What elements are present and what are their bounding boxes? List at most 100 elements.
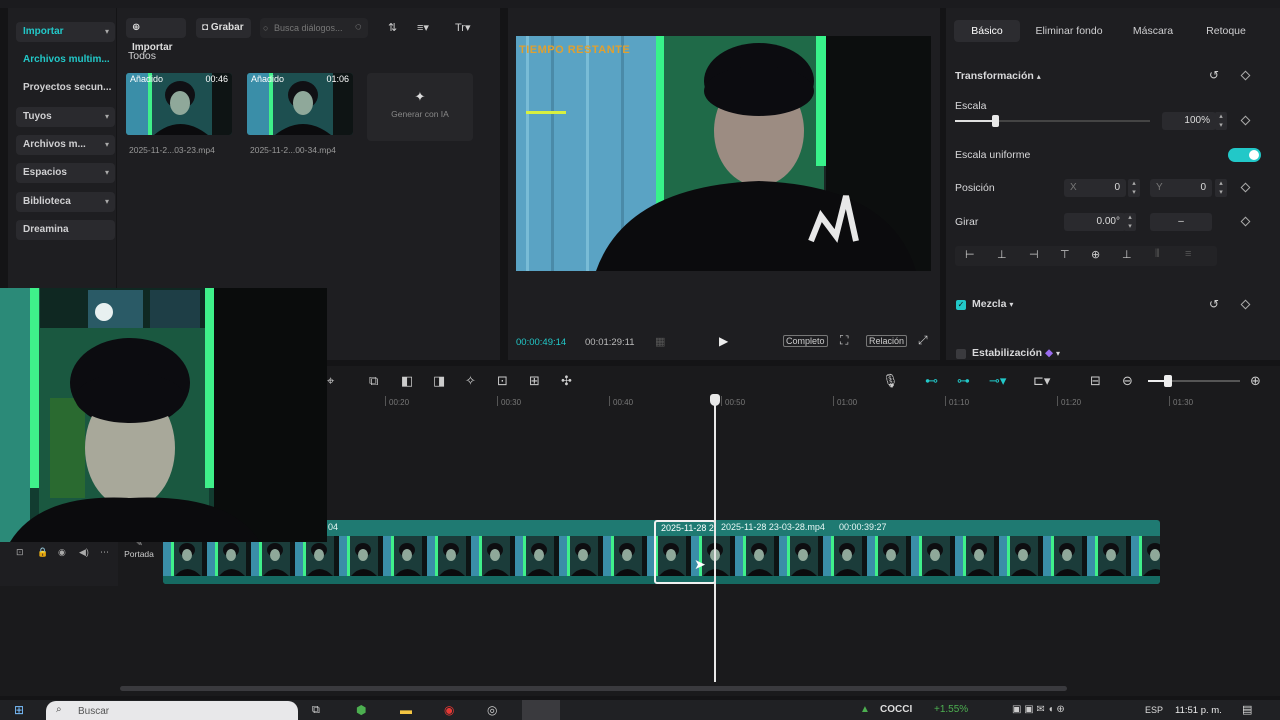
aspect-ratio-button[interactable]: Relación — [866, 335, 908, 347]
sidebar-item-espacios[interactable]: Espacios ▾ — [16, 163, 115, 183]
flip-field[interactable]: – — [1150, 213, 1212, 231]
distribute-v-icon[interactable]: ≡ — [1185, 248, 1191, 260]
auto-snap-icon[interactable]: ⊶ — [957, 373, 970, 389]
video-preview[interactable]: TIEMPO RESTANTE — [516, 36, 931, 271]
language-indicator[interactable]: ESP — [1145, 705, 1163, 715]
align-right-icon[interactable]: ⊣ — [1029, 248, 1039, 261]
filter-icon[interactable]: ⇅ — [388, 21, 397, 34]
zoom-slider-handle[interactable] — [1164, 375, 1172, 387]
file-explorer-icon[interactable]: ▬ — [400, 703, 412, 717]
keyframe-icon[interactable] — [1240, 115, 1251, 126]
record-button[interactable]: ◘ Grabar — [196, 18, 251, 38]
align-left-icon[interactable]: ⊢ — [965, 248, 975, 261]
reset-icon[interactable]: ↺ — [1209, 68, 1219, 82]
zoom-slider[interactable] — [1148, 375, 1240, 387]
quality-complete-button[interactable]: Completo — [783, 335, 828, 347]
align-top-icon[interactable]: ⊤ — [1060, 248, 1070, 261]
split-right-icon[interactable]: ◨ — [433, 373, 445, 389]
rotate-value-field[interactable]: 0.00° — [1064, 213, 1126, 231]
microphone-icon[interactable]: 🎙 — [882, 373, 899, 389]
scale-slider-handle[interactable] — [992, 115, 999, 127]
distribute-h-icon[interactable]: ⫴ — [1155, 248, 1160, 261]
split-icon[interactable]: ⧉ — [369, 373, 378, 389]
taskbar-search-input[interactable]: ⌕ Buscar — [46, 701, 298, 720]
more-icon[interactable]: ⋯ — [100, 547, 109, 558]
sidebar-item-archivos-m[interactable]: Archivos m... ▾ — [16, 135, 115, 155]
crop-icon[interactable]: ⊡ — [497, 373, 508, 389]
select-tool-icon[interactable]: ⌖ — [327, 373, 334, 389]
ai-search-icon[interactable]: ◌ — [355, 21, 362, 33]
align-center-v-icon[interactable]: ⊕ — [1091, 248, 1100, 261]
zoom-in-icon[interactable]: ⊕ — [1250, 373, 1261, 389]
scale-slider[interactable] — [955, 115, 1150, 127]
keyframe-icon[interactable] — [1240, 182, 1251, 193]
keyframe-icon[interactable] — [1240, 216, 1251, 227]
tray-icons[interactable]: ▣ ▣ ✉ ◖ ⊕ — [1012, 704, 1065, 715]
sidebar-item-dreamina[interactable]: Dreamina — [16, 220, 115, 240]
text-filter-icon[interactable]: Tr▾ — [455, 21, 471, 34]
sidebar-item-archivos-multimedia[interactable]: Archivos multim... — [16, 50, 115, 70]
task-view-icon[interactable]: ⧉ — [312, 704, 320, 717]
preview-axis-icon[interactable]: ⊏▾ — [1033, 373, 1050, 389]
zoom-out-icon[interactable]: ⊖ — [1122, 373, 1133, 389]
cover-button[interactable]: ✎ Portada — [120, 538, 158, 568]
lock-icon[interactable]: 🔒 — [37, 547, 48, 558]
tab-mascara[interactable]: Máscara — [1122, 20, 1184, 42]
snapshot-icon[interactable]: ⛶ — [840, 333, 848, 348]
tab-eliminar-fondo[interactable]: Eliminar fondo — [1030, 20, 1108, 42]
auto-reframe-icon[interactable]: ✣ — [561, 373, 572, 389]
track-toggle-icon[interactable]: ⊡ — [16, 547, 24, 558]
position-x-field[interactable]: X0 — [1064, 179, 1126, 197]
ai-edit-icon[interactable]: ✧ — [465, 373, 476, 389]
blend-section-header[interactable]: Mezcla ▾ — [972, 298, 1013, 310]
windows-start-icon[interactable]: ⊞ — [14, 703, 24, 717]
linkage-icon[interactable]: ⊸▾ — [989, 373, 1006, 389]
sidebar-item-importar[interactable]: Importar ▾ — [16, 22, 115, 42]
sidebar-item-proyectos-secundarios[interactable]: Proyectos secun... — [16, 78, 115, 98]
reset-icon[interactable]: ↺ — [1209, 297, 1219, 311]
app-dark-icon[interactable]: ◎ — [487, 703, 497, 717]
app-green-icon[interactable]: ⬢ — [356, 703, 366, 717]
search-input[interactable]: ○ Busca diálogos... — [260, 18, 368, 38]
freeze-icon[interactable]: ⊞ — [529, 373, 540, 389]
rotate-stepper[interactable]: ▴ ▾ — [1124, 213, 1136, 231]
position-x-stepper[interactable]: ▴ ▾ — [1128, 179, 1140, 197]
keyframe-icon[interactable] — [1240, 70, 1251, 81]
media-clip-1[interactable]: Añadido 00:46 — [126, 73, 232, 135]
playhead-handle[interactable] — [710, 394, 720, 406]
position-y-stepper[interactable]: ▴ ▾ — [1215, 179, 1227, 197]
sidebar-item-tuyos[interactable]: Tuyos ▾ — [16, 107, 115, 127]
grid-icon[interactable]: ▦ — [655, 335, 665, 348]
media-clip-2[interactable]: Añadido 01:06 — [247, 73, 353, 135]
split-left-icon[interactable]: ◧ — [401, 373, 413, 389]
align-bottom-icon[interactable]: ⊥ — [1122, 248, 1132, 261]
notifications-icon[interactable]: ▤ — [1242, 703, 1252, 716]
scale-value-field[interactable]: 100% — [1162, 112, 1216, 130]
sort-icon[interactable]: ≡▾ — [417, 21, 429, 34]
tab-basico[interactable]: Básico — [954, 20, 1020, 42]
timeline-scrollbar[interactable] — [120, 686, 1067, 691]
blend-checkbox[interactable]: ✓ — [956, 300, 966, 310]
taskbar-clock[interactable]: 11:51 p. m. — [1175, 705, 1222, 716]
speaker-icon[interactable]: ◀) — [79, 547, 89, 558]
weather-widget[interactable]: COCCI — [880, 704, 912, 715]
stock-widget[interactable]: +1.55% — [934, 704, 968, 715]
play-button[interactable]: ▶ — [719, 334, 728, 348]
stabilization-checkbox[interactable] — [956, 349, 966, 359]
app-red-icon[interactable]: ◉ — [444, 703, 454, 717]
transform-section-header[interactable]: Transformación ▴ — [955, 70, 1041, 82]
capcut-taskbar-icon[interactable] — [522, 700, 560, 720]
fullscreen-icon[interactable]: ⤢ — [918, 333, 928, 348]
stabilization-section-header[interactable]: Estabilización ◆ ▾ — [972, 347, 1060, 359]
keyframe-icon[interactable] — [1240, 299, 1251, 310]
align-center-h-icon[interactable]: ⊥ — [997, 248, 1007, 261]
sidebar-item-biblioteca[interactable]: Biblioteca ▾ — [16, 192, 115, 212]
main-track-magnet-icon[interactable]: ⊷ — [925, 373, 938, 389]
selected-clip-segment[interactable]: 2025-11-28 2 — [654, 520, 716, 584]
caption-icon[interactable]: ⊟ — [1090, 373, 1101, 389]
uniform-scale-toggle[interactable] — [1228, 148, 1261, 162]
generate-ai-card[interactable]: ✦ Generar con IA — [367, 73, 473, 141]
eye-icon[interactable]: ◉ — [58, 547, 66, 558]
playhead[interactable] — [714, 394, 716, 682]
scale-stepper[interactable]: ▴ ▾ — [1215, 112, 1227, 130]
